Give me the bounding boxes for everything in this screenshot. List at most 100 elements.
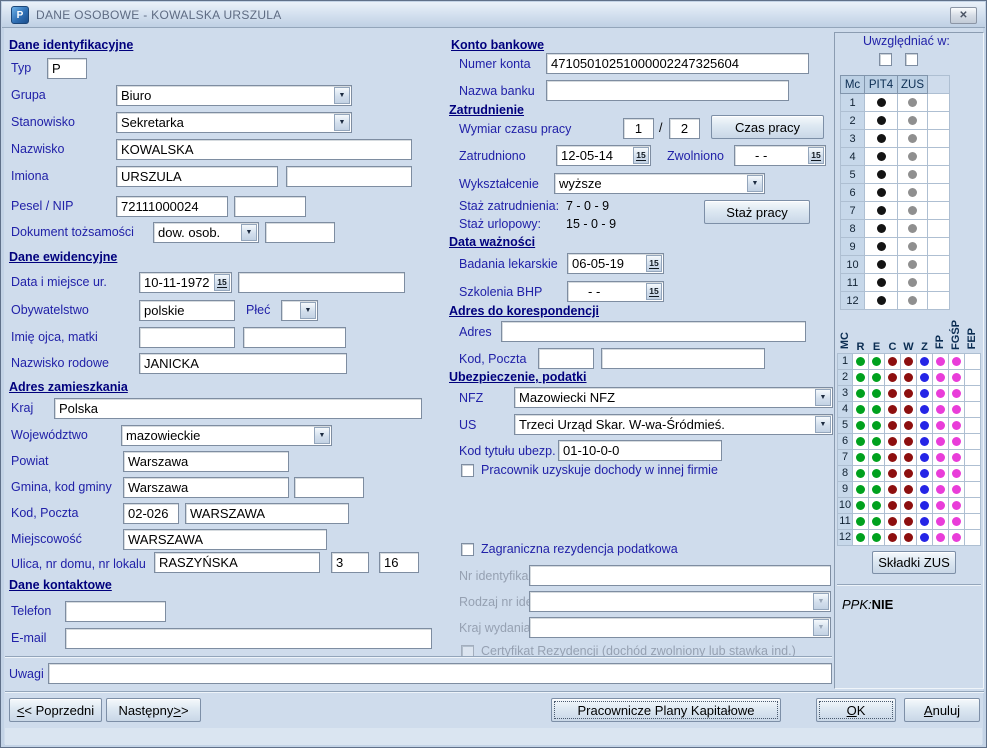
wymiar-mianownik-field[interactable]: 2 [669,118,700,139]
obywatelstwo-label: Obywatelstwo [11,303,89,317]
miejsce-ur-field[interactable] [238,272,405,293]
chevron-down-icon[interactable]: ▼ [815,416,831,433]
skladki-table-head: MCRECWZFPFGŚPFEP [838,319,981,353]
column-header-fep: FEP [965,319,981,353]
staz-pracy-button[interactable]: Staż pracy [704,200,810,224]
zwolniono-field[interactable]: - - 15 [734,145,826,166]
wojewodztwo-label: Województwo [11,428,88,442]
grupa-select[interactable]: Biuro ▼ [116,85,352,106]
kod2-field[interactable] [538,348,594,369]
chevron-down-icon[interactable]: ▼ [815,389,831,406]
skladki-row: 3 [838,385,981,401]
powiat-field[interactable]: Warszawa [123,451,289,472]
zus-dot [908,98,917,107]
adres-field[interactable] [501,321,806,342]
calendar-icon[interactable]: 15 [214,274,230,291]
dochody-checkbox[interactable] [461,464,474,477]
dokument-nr-field[interactable] [265,222,335,243]
ok-button[interactable]: OK [816,698,896,722]
zagraniczna-rezydencja-checkbox[interactable] [461,543,474,556]
chevron-down-icon[interactable]: ▼ [334,114,350,131]
badania-field[interactable]: 06-05-19 15 [567,253,664,274]
chevron-down-icon: ▼ [813,619,829,636]
imiona-field[interactable]: URSZULA [116,166,278,187]
column-header-w: W [901,319,917,353]
us-select[interactable]: Trzeci Urząd Skar. W-wa-Śródmieś. ▼ [514,414,833,435]
stanowisko-select[interactable]: Sekretarka ▼ [116,112,352,133]
chevron-down-icon[interactable]: ▼ [300,302,316,319]
kraj-wydania-select[interactable]: ▼ [529,617,831,638]
typ-field[interactable]: P [47,58,87,79]
close-button[interactable]: ✕ [950,7,977,24]
nazwa-banku-field[interactable] [546,80,789,101]
nazwisko-rodowe-field[interactable]: JANICKA [139,353,347,374]
poczta-field[interactable]: WARSZAWA [185,503,349,524]
uwagi-field[interactable] [48,663,832,684]
calendar-icon[interactable]: 15 [646,283,662,300]
chevron-down-icon[interactable]: ▼ [747,175,763,192]
wojewodztwo-select[interactable]: mazowieckie ▼ [121,425,332,446]
szkolenia-field[interactable]: - - 15 [567,281,664,302]
pracownicze-plany-kapitalowe-button[interactable]: Pracownicze Plany Kapitałowe [551,698,781,722]
pit4-zus-row: 11 [841,274,950,292]
imie-ojca-field[interactable] [139,327,235,348]
pit4-include-checkbox[interactable] [879,53,892,66]
numer-konta-field[interactable]: 47105010251000002247325604 [546,53,809,74]
nr-lokalu-field[interactable]: 16 [379,552,419,573]
gmina-field[interactable]: Warszawa [123,477,289,498]
zus-include-checkbox[interactable] [905,53,918,66]
miejscowosc-field[interactable]: WARSZAWA [123,529,327,550]
skladki-zus-button[interactable]: Składki ZUS [872,551,956,574]
nr-domu-field[interactable]: 3 [331,552,369,573]
email-field[interactable] [65,628,432,649]
imiona2-field[interactable] [286,166,412,187]
nazwa-banku-label: Nazwa banku [459,84,535,98]
zus-dot [908,206,917,215]
nfz-select[interactable]: Mazowiecki NFZ ▼ [514,387,833,408]
ulica-field[interactable]: RASZYŃSKA [154,552,320,573]
kod-gminy-field[interactable] [294,477,364,498]
kod-tytulu-field[interactable]: 01-10-0-0 [558,440,722,461]
wymiar-licznik-field[interactable]: 1 [623,118,654,139]
nip-field[interactable] [234,196,306,217]
dochody-checkbox-label[interactable]: Pracownik uzyskuje dochody w innej firmi… [481,463,718,477]
rodzaj-ident-select[interactable]: ▼ [529,591,831,612]
czas-pracy-button[interactable]: Czas pracy [711,115,824,139]
kod-field[interactable]: 02-026 [123,503,179,524]
previous-button[interactable]: << Poprzedni [9,698,102,722]
skladki-row: 12 [838,529,981,545]
zus-dot [908,224,917,233]
data-ur-field[interactable]: 10-11-1972 15 [139,272,232,293]
divider [5,656,832,658]
imie-matki-field[interactable] [243,327,346,348]
kod-tytulu-label: Kod tytułu ubezp. [459,444,556,458]
calendar-icon[interactable]: 15 [633,147,649,164]
next-button[interactable]: Następny >> [106,698,201,722]
chevron-down-icon[interactable]: ▼ [314,427,330,444]
poczta2-field[interactable] [601,348,765,369]
wyksztalcenie-select[interactable]: wyższe ▼ [554,173,765,194]
cancel-button[interactable]: Anuluj [904,698,980,722]
title-bar[interactable]: P DANE OSOBOWE - KOWALSKA URSZULA ✕ [2,2,985,28]
pesel-field[interactable]: 72111000024 [116,196,228,217]
plec-select[interactable]: ▼ [281,300,318,321]
zatrudniono-field[interactable]: 12-05-14 15 [556,145,651,166]
zagraniczna-rezydencja-label[interactable]: Zagraniczna rezydencja podatkowa [481,542,678,556]
nr-ident-field[interactable] [529,565,831,586]
kraj-field[interactable]: Polska [54,398,422,419]
skladka-dot [952,453,961,462]
pit4-dot [877,296,886,305]
skladki-row: 4 [838,401,981,417]
calendar-icon[interactable]: 15 [808,147,824,164]
obywatelstwo-field[interactable]: polskie [139,300,235,321]
telefon-field[interactable] [65,601,166,622]
nazwisko-field[interactable]: KOWALSKA [116,139,412,160]
dokument-select[interactable]: dow. osob. ▼ [153,222,259,243]
skladka-dot [904,405,913,414]
calendar-icon[interactable]: 15 [646,255,662,272]
skladki-row: 9 [838,481,981,497]
chevron-down-icon[interactable]: ▼ [241,224,257,241]
skladka-dot [904,533,913,542]
chevron-down-icon[interactable]: ▼ [334,87,350,104]
skladka-dot [872,453,881,462]
